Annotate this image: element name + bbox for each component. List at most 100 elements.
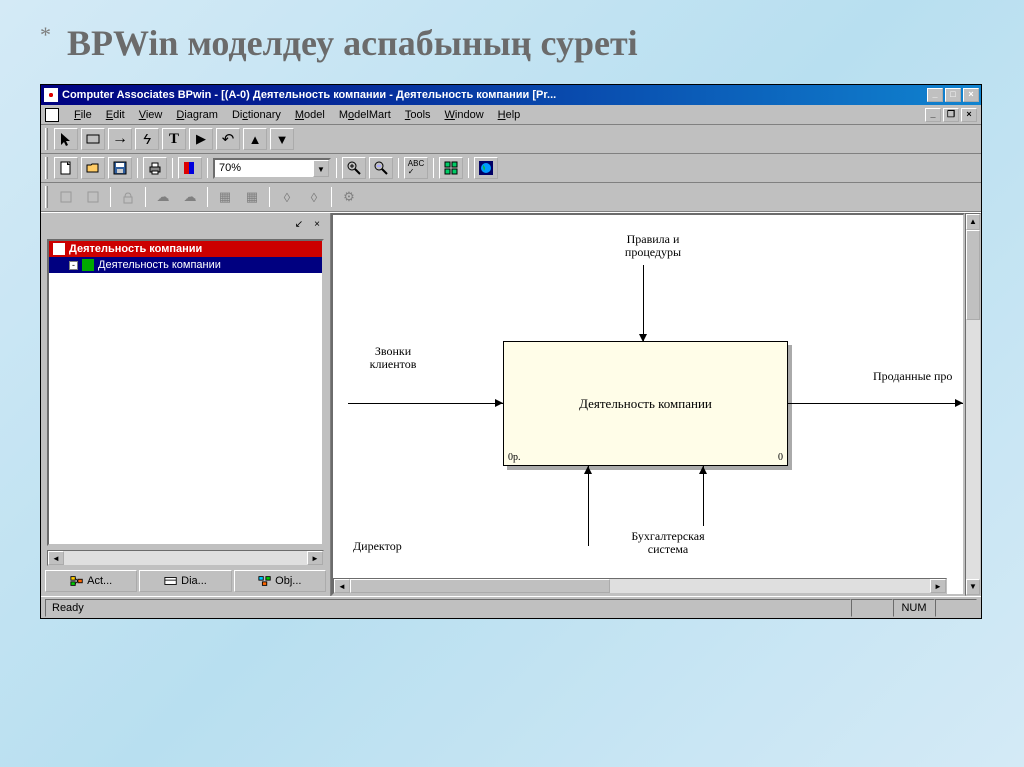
mm-btn-icon: ▦ [240,186,264,208]
tree-root[interactable]: Деятельность компании [49,241,322,257]
mdi-minimize-button[interactable]: _ [925,108,941,122]
menu-model[interactable]: Model [288,108,332,122]
activity-box-tool-icon[interactable] [81,128,105,150]
menu-file[interactable]: File [67,108,99,122]
tab-label: Dia... [181,575,207,587]
toolbar-standard: 70% ▼ ABC✓ [41,154,981,183]
scroll-down-icon[interactable]: ▼ [966,579,980,595]
menubar: File Edit View Diagram Dictionary Model … [41,105,981,125]
arrowhead-icon [495,399,503,407]
new-icon[interactable] [54,157,78,179]
tree-icon [70,575,84,587]
control-arrow-label: Правила и процедуры [593,233,713,259]
mechanism-arrow[interactable] [703,466,704,526]
input-arrow-label: Звонки клиентов [353,345,433,371]
arrowhead-icon [699,466,707,474]
mm-lock-icon [116,186,140,208]
menu-tools[interactable]: Tools [398,108,438,122]
zoom-value: 70% [219,162,241,174]
tab-diagrams[interactable]: Dia... [139,570,231,592]
activity-box[interactable]: Деятельность компании 0p. 0 [503,341,788,466]
model-explorer-panel: ↙ × Деятельность компании - Деятельность… [41,213,331,596]
output-arrow[interactable] [788,403,963,404]
globe-icon[interactable] [474,157,498,179]
titlebar[interactable]: Computer Associates BPwin - [(A-0) Деяте… [41,85,981,105]
scroll-thumb[interactable] [350,579,610,593]
play-icon[interactable]: ▶ [189,128,213,150]
mm-btn-icon: ⚙ [337,186,361,208]
slide-bullet: * [40,22,51,48]
model-explorer-icon[interactable] [439,157,463,179]
toolbar-grip[interactable] [45,128,48,150]
input-arrow[interactable] [348,403,503,404]
zoom-in-icon[interactable] [342,157,366,179]
menu-edit[interactable]: Edit [99,108,132,122]
pointer-tool-icon[interactable] [54,128,78,150]
arrow-tool-icon[interactable]: → [108,128,132,150]
toolbar-drawing: → ϟ T ▶ ↶ ▲ ▼ [41,125,981,154]
panel-close-icon[interactable]: ↙ [290,215,308,233]
arrowhead-icon [955,399,963,407]
menu-help[interactable]: Help [491,108,528,122]
text-tool-icon[interactable]: T [162,128,186,150]
menu-modelmart[interactable]: ModelMart [332,108,398,122]
menu-window[interactable]: Window [438,108,491,122]
minimize-button[interactable]: _ [927,88,943,102]
workarea: ↙ × Деятельность компании - Деятельность… [41,212,981,596]
color-tool-icon[interactable] [178,157,202,179]
zoom-combo[interactable]: 70% ▼ [213,158,331,179]
tab-objects[interactable]: Obj... [234,570,326,592]
zoom-fit-icon[interactable] [369,157,393,179]
menu-dictionary[interactable]: Dictionary [225,108,288,122]
tree-item[interactable]: - Деятельность компании [49,257,322,273]
panel-close-icon[interactable]: × [308,215,326,233]
tab-label: Obj... [275,575,301,587]
spellcheck-icon[interactable]: ABC✓ [404,157,428,179]
model-tree[interactable]: Деятельность компании - Деятельность ком… [47,239,324,546]
mdi-close-button[interactable]: × [961,108,977,122]
print-icon[interactable] [143,157,167,179]
squiggle-tool-icon[interactable]: ϟ [135,128,159,150]
diagram-canvas[interactable]: Правила и процедуры Звонки клиентов Деят… [331,213,965,596]
toolbar-grip[interactable] [45,157,48,179]
canvas-vscrollbar[interactable]: ▲ ▼ [965,213,981,596]
control-arrow[interactable] [643,265,644,341]
toolbar-grip[interactable] [45,186,48,208]
undo-icon[interactable]: ↶ [216,128,240,150]
mm-btn-icon: ☁ [151,186,175,208]
scroll-up-icon[interactable]: ▲ [966,214,980,230]
dropdown-icon[interactable]: ▼ [313,160,329,177]
mm-btn-icon: ▦ [213,186,237,208]
scroll-right-icon[interactable]: ► [930,579,946,593]
tab-activities[interactable]: Act... [45,570,137,592]
mdi-restore-button[interactable]: ❐ [943,108,959,122]
canvas-hscrollbar[interactable]: ◄ ► [333,578,947,594]
statusbar: Ready NUM [41,596,981,618]
menu-diagram[interactable]: Diagram [169,108,225,122]
scroll-left-icon[interactable]: ◄ [48,551,64,565]
app-icon [44,88,58,102]
tree-icon [258,575,272,587]
menu-view[interactable]: View [132,108,170,122]
open-icon[interactable] [81,157,105,179]
down-arrow-icon[interactable]: ▼ [270,128,294,150]
slide-title: BPWin моделдеу аспабының суреті [67,22,638,64]
diagram-viewport: Правила и процедуры Звонки клиентов Деят… [331,213,981,596]
up-arrow-icon[interactable]: ▲ [243,128,267,150]
collapse-icon[interactable]: - [69,261,78,270]
mm-btn-icon: ☁ [178,186,202,208]
tree-hscrollbar[interactable]: ◄ ► [47,550,324,566]
activity-corner-left: 0p. [508,452,521,463]
mm-btn-icon: ◊ [275,186,299,208]
scroll-thumb[interactable] [966,230,980,320]
mechanism-arrow[interactable] [588,466,589,546]
tree-root-label: Деятельность компании [69,243,202,255]
close-button[interactable]: × [963,88,979,102]
tab-label: Act... [87,575,112,587]
document-icon[interactable] [45,108,59,122]
scroll-right-icon[interactable]: ► [307,551,323,565]
save-icon[interactable] [108,157,132,179]
card-icon [164,575,178,587]
scroll-left-icon[interactable]: ◄ [334,579,350,593]
maximize-button[interactable]: □ [945,88,961,102]
